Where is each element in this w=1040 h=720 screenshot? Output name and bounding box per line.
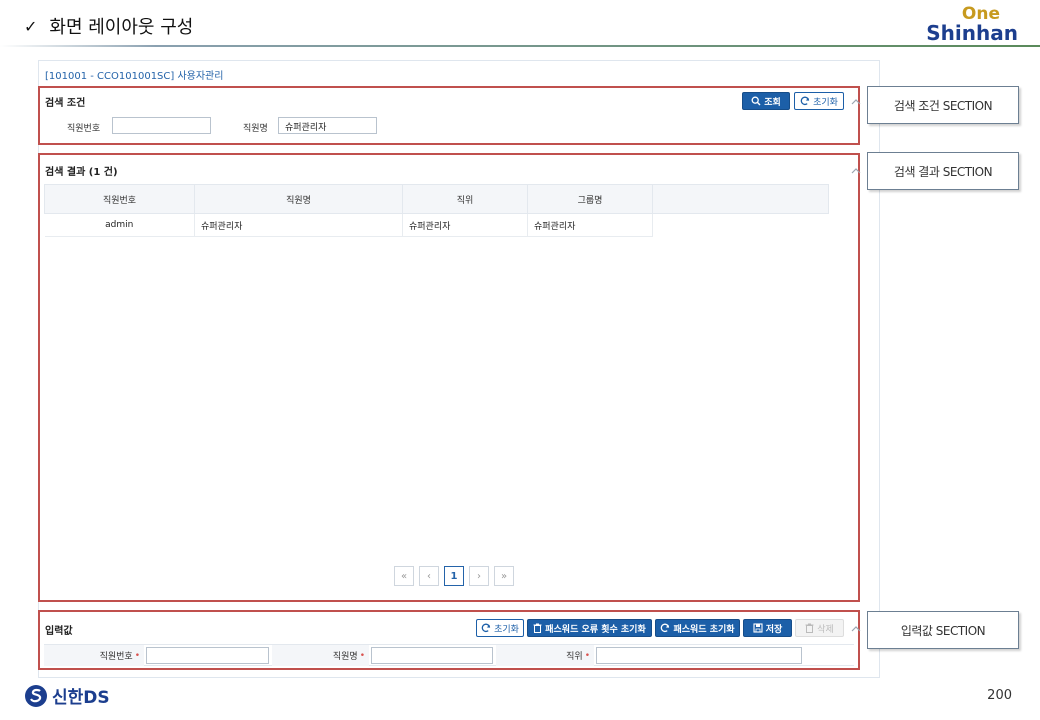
app-title: [101001 - CCO101001SC] 사용자관리 <box>45 71 224 82</box>
search-button-label: 조회 <box>764 97 781 108</box>
search-button[interactable]: 조회 <box>742 92 790 110</box>
next-page-button[interactable]: › <box>469 566 489 586</box>
search-reset-button[interactable]: 초기화 <box>794 92 844 110</box>
header-divider <box>0 45 1040 47</box>
password-reset-button[interactable]: 패스워드 초기화 <box>655 619 740 637</box>
one-shinhan-logo: One Shinhan <box>926 6 1018 45</box>
column-header[interactable]: 그룹명 <box>527 184 653 214</box>
refresh-icon <box>481 623 491 633</box>
last-page-button[interactable]: » <box>494 566 514 586</box>
input-emp-no-field[interactable] <box>146 647 269 664</box>
shinhan-symbol-icon <box>25 684 47 707</box>
input-emp-no-label-text: 직원번호 <box>99 652 133 662</box>
prev-page-button[interactable]: ‹ <box>419 566 439 586</box>
table-cell-empty <box>653 214 829 237</box>
search-emp-name-input[interactable]: 슈퍼관리자 <box>278 117 377 134</box>
input-reset-button[interactable]: 초기화 <box>476 619 524 637</box>
collapse-chevron-icon[interactable] <box>849 621 863 635</box>
callout-result-section: 검색 결과 SECTION <box>867 152 1019 190</box>
password-error-reset-button[interactable]: 패스워드 오류 횟수 초기화 <box>527 619 652 637</box>
save-icon <box>753 623 763 633</box>
check-mark-icon: ✓ <box>24 16 38 36</box>
table-header-row: 직원번호 직원명 직위 그룹명 <box>44 184 829 214</box>
column-header[interactable]: 직원번호 <box>44 184 195 214</box>
column-header[interactable]: 직원명 <box>194 184 403 214</box>
input-emp-name-label-text: 직원명 <box>332 652 358 662</box>
input-emp-no-label: 직원번호 • <box>44 645 144 666</box>
slide-title: ✓ 화면 레이아웃 구성 <box>24 13 193 39</box>
input-position-label: 직위 • <box>496 645 594 666</box>
column-header[interactable]: 직위 <box>402 184 528 214</box>
table-cell: 슈퍼관리자 <box>194 213 403 237</box>
table-cell: 슈퍼관리자 <box>402 213 528 237</box>
input-position-label-text: 직위 <box>566 652 583 662</box>
input-position-field[interactable] <box>596 647 802 664</box>
refresh-icon <box>661 623 670 633</box>
collapse-chevron-icon[interactable] <box>849 163 863 177</box>
save-button[interactable]: 저장 <box>743 619 792 637</box>
search-section-title: 검색 조건 <box>45 98 86 109</box>
input-emp-name-field[interactable] <box>371 647 493 664</box>
footer-logo-text: 신한DS <box>52 688 110 708</box>
result-table: 직원번호 직원명 직위 그룹명 admin 슈퍼관리자 슈퍼관리자 슈퍼관리자 <box>44 184 829 237</box>
callout-input-section: 입력값 SECTION <box>867 611 1019 649</box>
search-reset-label: 초기화 <box>813 97 838 108</box>
table-cell: 슈퍼관리자 <box>527 213 653 237</box>
search-emp-no-input[interactable] <box>112 117 211 134</box>
trash-icon <box>533 623 542 633</box>
required-mark: • <box>134 650 140 661</box>
logo-shinhan-text: Shinhan <box>926 21 1018 45</box>
password-error-reset-label: 패스워드 오류 횟수 초기화 <box>545 624 646 635</box>
required-mark: • <box>584 650 590 661</box>
refresh-icon <box>800 96 810 106</box>
input-section-title: 입력값 <box>45 626 73 637</box>
input-form-grid: 직원번호 • 직원명 • 직위 • <box>44 644 854 666</box>
search-emp-no-label: 직원번호 <box>67 124 101 134</box>
search-icon <box>751 96 761 106</box>
input-emp-name-label: 직원명 • <box>272 645 369 666</box>
save-label: 저장 <box>765 624 783 635</box>
table-row[interactable]: admin 슈퍼관리자 슈퍼관리자 슈퍼관리자 <box>44 213 829 237</box>
delete-button[interactable]: 삭제 <box>795 619 844 637</box>
password-reset-label: 패스워드 초기화 <box>673 624 735 635</box>
trash-icon <box>805 623 814 633</box>
page-number: 200 <box>987 688 1012 703</box>
search-emp-name-label: 직원명 <box>243 124 268 134</box>
collapse-chevron-icon[interactable] <box>849 94 863 108</box>
delete-label: 삭제 <box>817 624 834 635</box>
pagination: « ‹ 1 › » <box>394 566 514 586</box>
slide-title-text: 화면 레이아웃 구성 <box>49 17 194 38</box>
input-reset-label: 초기화 <box>494 624 519 635</box>
result-section-title: 검색 결과 (1 건) <box>45 167 118 178</box>
first-page-button[interactable]: « <box>394 566 414 586</box>
callout-search-section: 검색 조건 SECTION <box>867 86 1019 124</box>
required-mark: • <box>359 650 365 661</box>
table-cell: admin <box>44 213 195 237</box>
shinhan-ds-logo: 신한DS <box>24 683 110 708</box>
search-section-highlight <box>38 86 860 145</box>
page-1-button[interactable]: 1 <box>444 566 464 586</box>
column-header-empty <box>652 184 829 214</box>
